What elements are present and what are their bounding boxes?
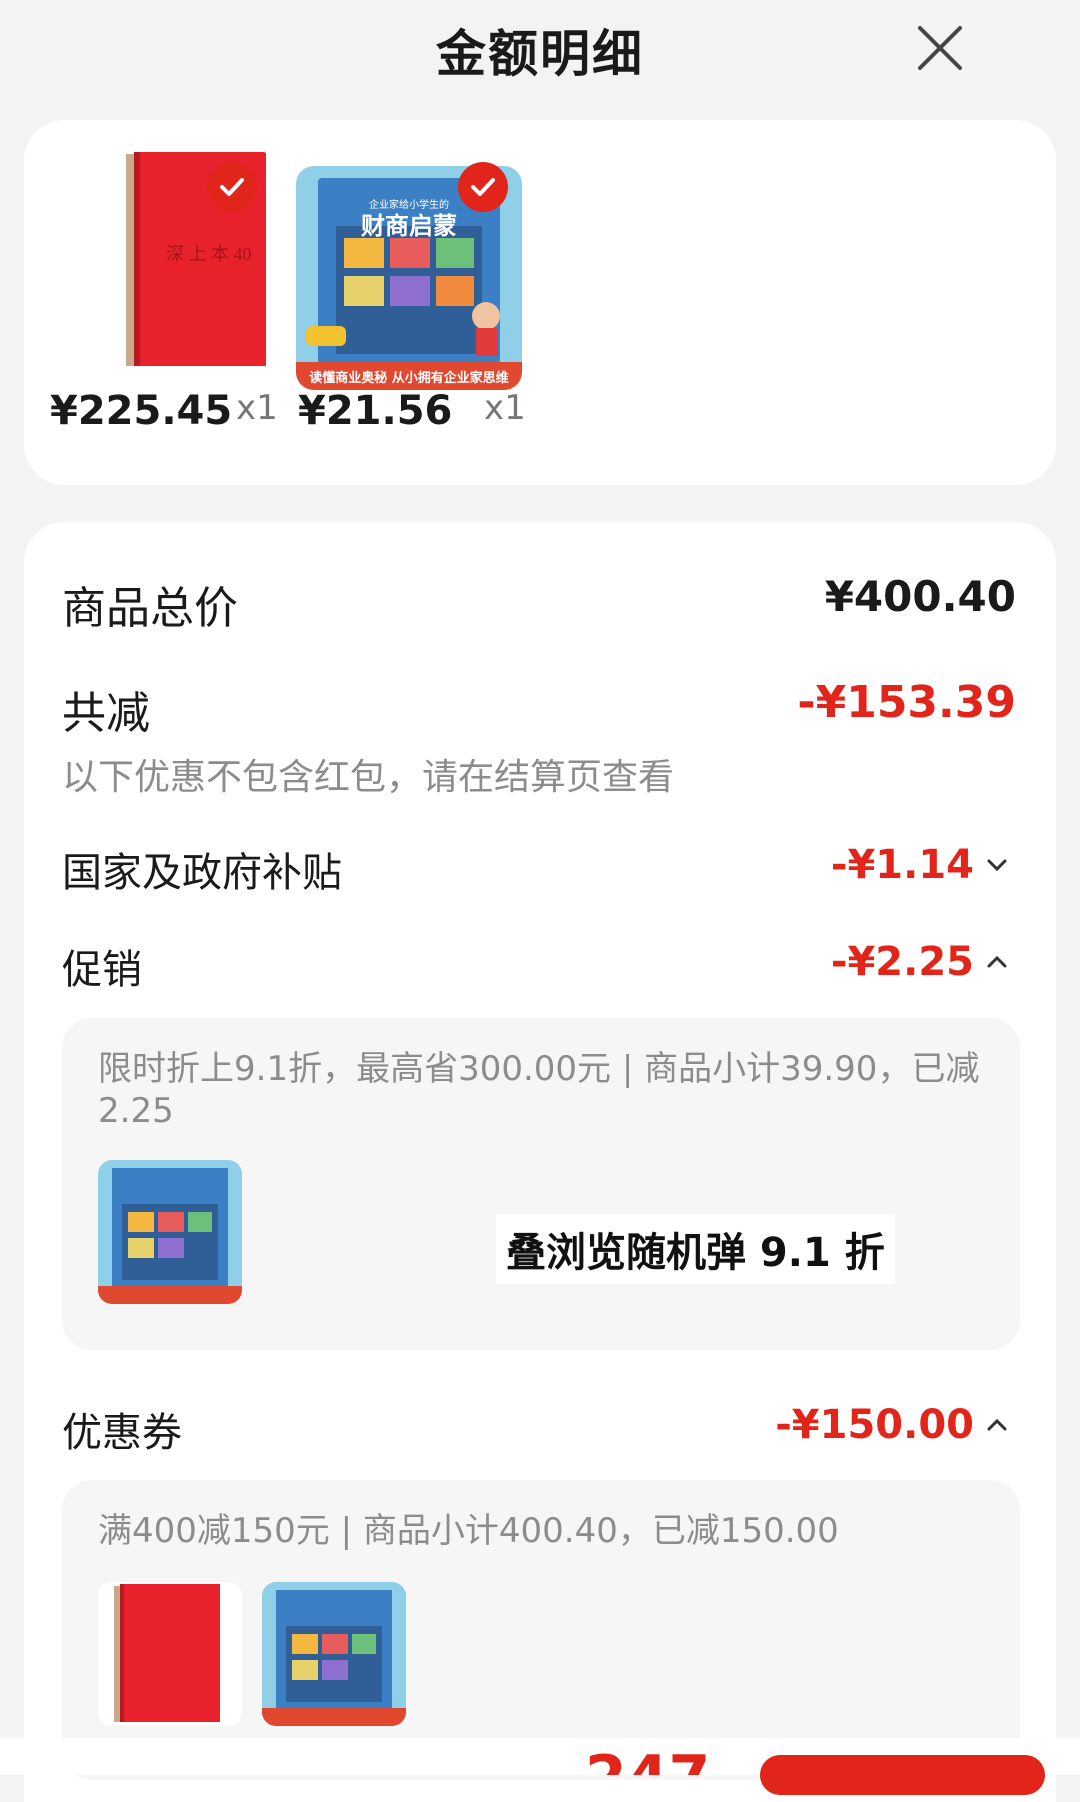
promotion-detail-box: 限时折上9.1折，最高省300.00元 | 商品小计39.90，已减2.25 叠…: [62, 1018, 1020, 1350]
promotion-value: -¥2.25: [830, 939, 974, 985]
close-icon[interactable]: [912, 20, 968, 76]
promotion-detail-text: 限时折上9.1折，最高省300.00元 | 商品小计39.90，已减2.25: [98, 1049, 980, 1131]
product-list-card: 深 上 本 40 ¥225.45 x1 企业家给小学生的 财商启蒙 读懂商业奥秘…: [24, 120, 1056, 485]
total-value: ¥400.40: [824, 572, 1016, 621]
subsidy-label: 国家及政府补贴: [62, 850, 342, 896]
coupon-detail-text: 满400减150元 | 商品小计400.40，已减150.00: [98, 1511, 839, 1551]
price-detail-card: 商品总价 ¥400.40 共减 -¥153.39 以下优惠不包含红包，请在结算页…: [24, 522, 1056, 1802]
coupon-toggle[interactable]: -¥150.00: [775, 1400, 1008, 1450]
selected-check-icon[interactable]: [458, 162, 508, 212]
reduce-note: 以下优惠不包含红包，请在结算页查看: [62, 757, 675, 798]
header: 金额明细: [0, 0, 1080, 100]
promotion-product-thumb[interactable]: [98, 1160, 242, 1304]
coupon-label: 优惠券: [62, 1410, 182, 1456]
coupon-value: -¥150.00: [775, 1402, 974, 1448]
promotion-label: 促销: [62, 947, 142, 993]
svg-text:深 上 本 40: 深 上 本 40: [166, 244, 252, 264]
bottom-amount: 247: [585, 1748, 710, 1775]
promotion-toggle[interactable]: -¥2.25: [831, 937, 1008, 987]
total-label: 商品总价: [62, 583, 238, 634]
promotion-overlay-text: 叠浏览随机弹 9.1 折: [496, 1214, 895, 1284]
chevron-up-icon: [987, 955, 1007, 968]
coupon-detail-box: 满400减150元 | 商品小计400.40，已减150.00: [62, 1480, 1020, 1780]
product-price: ¥21.56: [298, 388, 453, 434]
selected-check-icon[interactable]: [207, 162, 257, 212]
product-quantity: x1: [484, 388, 526, 428]
reduce-label: 共减: [62, 688, 150, 739]
chevron-down-icon: [987, 859, 1007, 872]
product-quantity: x1: [236, 388, 278, 428]
subsidy-value: -¥1.14: [830, 842, 974, 888]
subsidy-toggle[interactable]: -¥1.14: [831, 840, 1008, 890]
coupon-product-thumb-finance-book[interactable]: [262, 1582, 406, 1726]
chevron-up-icon: [987, 1418, 1007, 1431]
reduce-value: -¥153.39: [797, 677, 1016, 728]
checkout-button[interactable]: [760, 1755, 1045, 1795]
coupon-product-thumb-red-book[interactable]: [98, 1582, 242, 1726]
cover-banner-text: 读懂商业奥秘 从小拥有企业家思维: [309, 371, 509, 386]
product-price: ¥225.45: [50, 388, 233, 434]
